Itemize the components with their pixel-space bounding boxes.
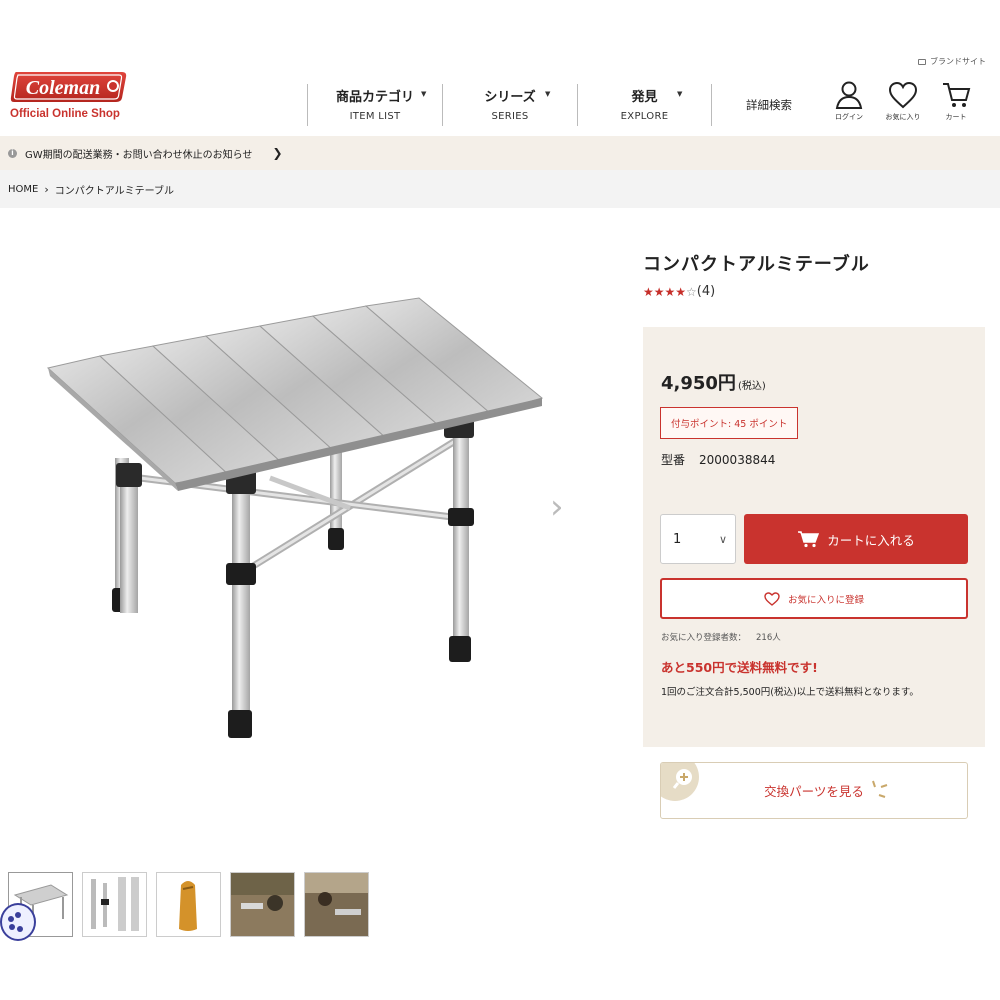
external-link-icon: [918, 58, 926, 65]
camp-scene-thumbnail-image: [305, 873, 368, 936]
product-price: 4,950円 (税込): [661, 369, 766, 395]
favorites-count-value: 216人: [756, 633, 781, 643]
palette-icon: [8, 912, 23, 932]
nav-item-series[interactable]: シリーズ ▼ SERIES: [442, 84, 577, 126]
model-number: 型番 2000038844: [661, 451, 775, 468]
shipping-note: 1回のご注文合計5,500円(税込)以上で送料無料となります。: [661, 687, 919, 698]
thumb-scene-1[interactable]: [230, 872, 295, 937]
points-badge: 付与ポイント: 45 ポイント: [660, 407, 799, 439]
product-title: コンパクトアルミテーブル: [643, 254, 870, 275]
gallery-thumbnails: [8, 872, 369, 937]
quantity-select[interactable]: 1 ∨: [660, 514, 736, 564]
favorites-count: お気に入り登録者数： 216人: [661, 631, 781, 643]
model-label: 型番: [661, 453, 686, 467]
chevron-right-icon: ›: [44, 182, 49, 196]
chevron-right-icon: ❯: [272, 146, 283, 160]
product-main-image: [46, 297, 544, 738]
detail-search-link[interactable]: 詳細検索: [746, 97, 792, 113]
info-icon: i: [8, 148, 17, 158]
rating-stars: ★★★★☆: [643, 284, 697, 299]
add-to-cart-button[interactable]: カートに入れる: [744, 514, 968, 564]
nav-label-en: EXPLORE: [620, 111, 669, 122]
brand-site-link[interactable]: ブランドサイト: [918, 56, 986, 67]
cart-label: カート: [945, 113, 967, 121]
review-count: (4): [696, 284, 716, 299]
logo-text: Coleman: [26, 77, 100, 99]
thumb-carry-bag[interactable]: [156, 872, 221, 937]
add-to-cart-label: カートに入れる: [827, 532, 915, 548]
product-rating[interactable]: ★★★★☆ (4): [643, 284, 715, 299]
buy-box: 4,950円 (税込) 付与ポイント: 45 ポイント 型番 2000038844 …: [643, 327, 985, 747]
heart-icon: [764, 591, 780, 606]
breadcrumb-current: コンパクトアルミテーブル: [54, 185, 175, 197]
add-to-favorites-label: お気に入りに登録: [787, 594, 864, 606]
nav-label-en: ITEM LIST: [349, 111, 401, 122]
gallery-next-button[interactable]: ›: [550, 490, 564, 524]
nav-label-jp: シリーズ: [484, 90, 536, 105]
favorites-count-label: お気に入り登録者数：: [661, 633, 747, 643]
zoom-plus-icon: [673, 769, 692, 789]
notice-text: GW期間の配送業務・お問い合わせ休止のお知らせ: [25, 149, 253, 161]
cart-icon: [943, 83, 971, 107]
caret-down-icon: ▼: [677, 90, 683, 98]
nav-item-categories[interactable]: 商品カテゴリ ▼ ITEM LIST: [307, 84, 442, 126]
thumb-folded[interactable]: [82, 872, 147, 937]
model-value: 2000038844: [699, 453, 776, 467]
cart-button[interactable]: カート: [936, 80, 976, 122]
add-to-favorites-button[interactable]: お気に入りに登録: [660, 578, 968, 619]
sparkle-icon: [872, 780, 888, 798]
coleman-logo[interactable]: Coleman: [10, 68, 128, 104]
user-icon: [835, 81, 863, 109]
nav-label-en: SERIES: [491, 111, 529, 122]
replacement-parts-button[interactable]: 交換パーツを見る: [660, 762, 968, 819]
caret-down-icon: ▼: [545, 90, 551, 98]
carry-bag-thumbnail-image: [179, 881, 197, 931]
price-value: 4,950円: [661, 373, 736, 394]
thumb-scene-2[interactable]: [304, 872, 369, 937]
favorites-button[interactable]: お気に入り: [883, 80, 923, 122]
replacement-parts-label: 交換パーツを見る: [764, 784, 864, 799]
login-label: ログイン: [835, 113, 863, 121]
accessibility-widget-button[interactable]: [0, 903, 36, 941]
brand-site-label: ブランドサイト: [930, 57, 986, 66]
main-nav: 商品カテゴリ ▼ ITEM LIST シリーズ ▼ SERIES 発見 ▼ EX…: [307, 84, 712, 126]
heart-icon: [888, 81, 918, 109]
caret-down-icon: ▼: [421, 90, 427, 98]
logo-subtitle: Official Online Shop: [10, 108, 120, 120]
nav-item-explore[interactable]: 発見 ▼ EXPLORE: [577, 84, 712, 126]
notice-bar[interactable]: i GW期間の配送業務・お問い合わせ休止のお知らせ ❯: [0, 136, 1000, 170]
cart-icon: [798, 531, 820, 548]
quantity-value: 1: [673, 531, 682, 547]
breadcrumb-home[interactable]: HOME: [8, 184, 38, 195]
breadcrumb: HOME › コンパクトアルミテーブル: [0, 170, 1000, 208]
free-shipping-message: あと550円で送料無料です!: [661, 660, 818, 675]
login-button[interactable]: ログイン: [829, 80, 869, 122]
folded-table-thumbnail-image: [91, 877, 139, 931]
nav-label-jp: 発見: [631, 90, 658, 105]
tax-label: (税込): [737, 381, 766, 392]
camp-scene-thumbnail-image: [231, 873, 294, 936]
favorites-label: お気に入り: [885, 113, 921, 121]
chevron-down-icon: ∨: [718, 532, 727, 546]
